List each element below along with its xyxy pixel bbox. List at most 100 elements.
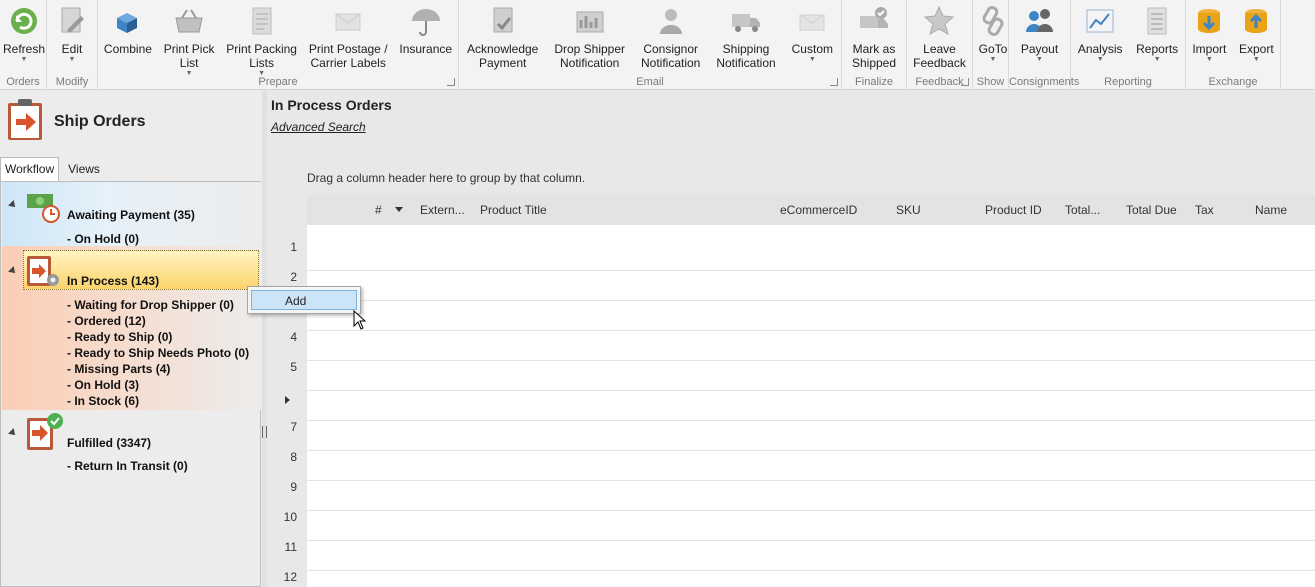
ribbon-button-label: Lists bbox=[249, 56, 274, 70]
star-icon bbox=[922, 4, 956, 38]
column-total[interactable]: Total... bbox=[1065, 203, 1100, 217]
goto-button[interactable]: GoTo ▼ bbox=[973, 4, 1013, 64]
column-name[interactable]: Name bbox=[1255, 203, 1287, 217]
chevron-down-icon[interactable]: ▼ bbox=[990, 56, 997, 64]
tree-item-in-process[interactable]: In Process (143) bbox=[67, 274, 159, 288]
print-postage-carrier-labels-button[interactable]: Print Postage / Carrier Labels bbox=[306, 4, 391, 70]
orders-grid[interactable] bbox=[307, 225, 1315, 587]
ribbon-group-feedback: Leave Feedback Feedback bbox=[907, 0, 973, 90]
payout-icon bbox=[1022, 4, 1056, 38]
ribbon-group-label: Exchange bbox=[1208, 76, 1258, 88]
ribbon-group-label: Modify bbox=[55, 76, 89, 88]
sort-desc-icon[interactable] bbox=[395, 207, 403, 212]
row-number[interactable]: 9 bbox=[267, 480, 297, 494]
row-number[interactable]: 4 bbox=[267, 330, 297, 344]
custom-button[interactable]: Custom ▼ bbox=[789, 4, 836, 64]
export-button[interactable]: Export ▼ bbox=[1236, 4, 1277, 64]
column-external[interactable]: Extern... bbox=[420, 203, 465, 217]
tree-item-awaiting-payment[interactable]: Awaiting Payment (35) bbox=[67, 208, 195, 222]
chevron-down-icon[interactable]: ▼ bbox=[1036, 56, 1043, 64]
dialog-launcher-icon[interactable] bbox=[830, 78, 838, 86]
consignor-icon bbox=[654, 4, 688, 38]
tree-item-waiting-for-drop-shipper[interactable]: - Waiting for Drop Shipper (0) bbox=[67, 298, 234, 312]
dialog-launcher-icon[interactable] bbox=[447, 78, 455, 86]
tree-item-ready-to-ship-needs-photo[interactable]: - Ready to Ship Needs Photo (0) bbox=[67, 346, 249, 360]
refresh-button[interactable]: Refresh ▼ bbox=[0, 4, 48, 64]
acknowledge-icon bbox=[486, 4, 520, 38]
ribbon-button-label: Notification bbox=[559, 56, 620, 70]
analysis-button[interactable]: Analysis ▼ bbox=[1075, 4, 1126, 64]
row-number[interactable]: 2 bbox=[267, 270, 297, 284]
chevron-down-icon[interactable]: ▼ bbox=[21, 56, 28, 64]
tree-item-in-stock[interactable]: - In Stock (6) bbox=[67, 394, 139, 408]
panel-tabs: Workflow Views bbox=[0, 157, 105, 181]
advanced-search-link[interactable]: Advanced Search bbox=[271, 120, 366, 134]
edit-button[interactable]: Edit ▼ bbox=[52, 4, 92, 64]
ribbon: Refresh ▼ Orders Edit ▼ Modify Combine Print Pi… bbox=[0, 0, 1315, 90]
column-tax[interactable]: Tax bbox=[1195, 203, 1214, 217]
drop-shipper-notification-button[interactable]: Drop Shipper Notification bbox=[551, 4, 628, 70]
tree-item-ordered[interactable]: - Ordered (12) bbox=[67, 314, 146, 328]
ribbon-button-label: Notification bbox=[716, 56, 776, 70]
insurance-button[interactable]: Insurance bbox=[396, 4, 455, 56]
column-number[interactable]: # bbox=[375, 203, 382, 217]
tree-item-fulfilled[interactable]: Fulfilled (3347) bbox=[67, 436, 151, 450]
chevron-down-icon[interactable]: ▼ bbox=[809, 56, 816, 64]
row-number[interactable]: 10 bbox=[267, 510, 297, 524]
column-header-row: # Extern... Product Title eCommerceID SK… bbox=[307, 195, 1315, 225]
chevron-down-icon[interactable]: ▼ bbox=[69, 56, 76, 64]
chart-icon bbox=[1083, 4, 1117, 38]
row-number[interactable]: 11 bbox=[267, 540, 297, 554]
expand-fulfilled-icon[interactable] bbox=[8, 428, 18, 438]
row-number[interactable]: 1 bbox=[267, 240, 297, 254]
payout-button[interactable]: Payout ▼ bbox=[1018, 4, 1061, 64]
print-packing-lists-button[interactable]: Print Packing Lists ▼ bbox=[223, 4, 300, 78]
ship-orders-icon bbox=[8, 99, 42, 140]
tab-workflow[interactable]: Workflow bbox=[0, 157, 60, 181]
combine-button[interactable]: Combine bbox=[101, 4, 155, 56]
import-button[interactable]: Import ▼ bbox=[1189, 4, 1229, 64]
column-total-due[interactable]: Total Due bbox=[1126, 203, 1177, 217]
dialog-launcher-icon[interactable] bbox=[961, 78, 969, 86]
export-icon bbox=[1239, 4, 1273, 38]
ribbon-group-orders: Refresh ▼ Orders bbox=[0, 0, 47, 90]
consignor-notification-button[interactable]: Consignor Notification bbox=[638, 4, 703, 70]
ribbon-group-exchange: Import ▼ Export ▼ Exchange bbox=[1186, 0, 1281, 90]
row-number[interactable]: 12 bbox=[267, 570, 297, 584]
acknowledge-payment-button[interactable]: Acknowledge Payment bbox=[464, 4, 541, 70]
column-ecommerce-id[interactable]: eCommerceID bbox=[780, 203, 857, 217]
current-row-arrow-icon bbox=[285, 396, 290, 404]
drop-shipper-icon bbox=[573, 4, 607, 38]
tree-item-awaiting-on-hold[interactable]: - On Hold (0) bbox=[67, 232, 139, 246]
print-pick-list-button[interactable]: Print Pick List ▼ bbox=[161, 4, 218, 78]
tree-item-missing-parts[interactable]: - Missing Parts (4) bbox=[67, 362, 170, 376]
tree-item-in-process-on-hold[interactable]: - On Hold (3) bbox=[67, 378, 139, 392]
column-product-id[interactable]: Product ID bbox=[985, 203, 1042, 217]
tab-views[interactable]: Views bbox=[63, 157, 105, 181]
reports-button[interactable]: Reports ▼ bbox=[1133, 4, 1181, 64]
ribbon-group-label: Finalize bbox=[855, 76, 893, 88]
shipping-notification-button[interactable]: Shipping Notification bbox=[713, 4, 778, 70]
refresh-icon bbox=[7, 4, 41, 38]
orders-panel: In Process Orders Advanced Search Drag a… bbox=[267, 91, 1315, 587]
row-number[interactable]: 5 bbox=[267, 360, 297, 374]
context-menu-add[interactable]: Add bbox=[251, 290, 357, 310]
tree-item-return-in-transit[interactable]: - Return In Transit (0) bbox=[67, 459, 188, 473]
leave-feedback-button[interactable]: Leave Feedback bbox=[910, 4, 969, 70]
table-row-divider bbox=[307, 450, 1315, 451]
table-row-divider bbox=[307, 270, 1315, 271]
ribbon-group-email: Acknowledge Payment Drop Shipper Notificati… bbox=[459, 0, 842, 90]
mark-as-shipped-button[interactable]: Mark as Shipped bbox=[849, 4, 899, 70]
column-product-title[interactable]: Product Title bbox=[480, 203, 547, 217]
chevron-down-icon[interactable]: ▼ bbox=[1097, 56, 1104, 64]
row-number[interactable]: 8 bbox=[267, 450, 297, 464]
column-sku[interactable]: SKU bbox=[896, 203, 921, 217]
chevron-down-icon[interactable]: ▼ bbox=[1206, 56, 1213, 64]
table-row-divider bbox=[307, 540, 1315, 541]
row-number[interactable]: 7 bbox=[267, 420, 297, 434]
tree-item-ready-to-ship[interactable]: - Ready to Ship (0) bbox=[67, 330, 172, 344]
ribbon-group-label: Consignments bbox=[1009, 76, 1080, 88]
group-by-hint[interactable]: Drag a column header here to group by th… bbox=[307, 171, 585, 185]
chevron-down-icon[interactable]: ▼ bbox=[1253, 56, 1260, 64]
chevron-down-icon[interactable]: ▼ bbox=[1154, 56, 1161, 64]
